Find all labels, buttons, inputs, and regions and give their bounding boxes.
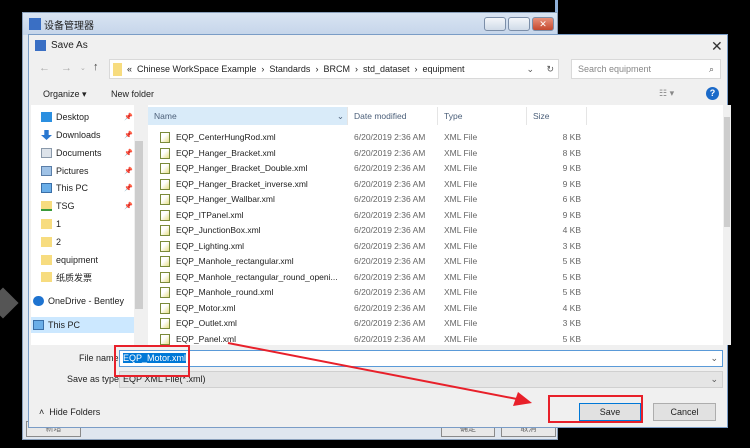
annotation-arrow <box>227 342 532 406</box>
